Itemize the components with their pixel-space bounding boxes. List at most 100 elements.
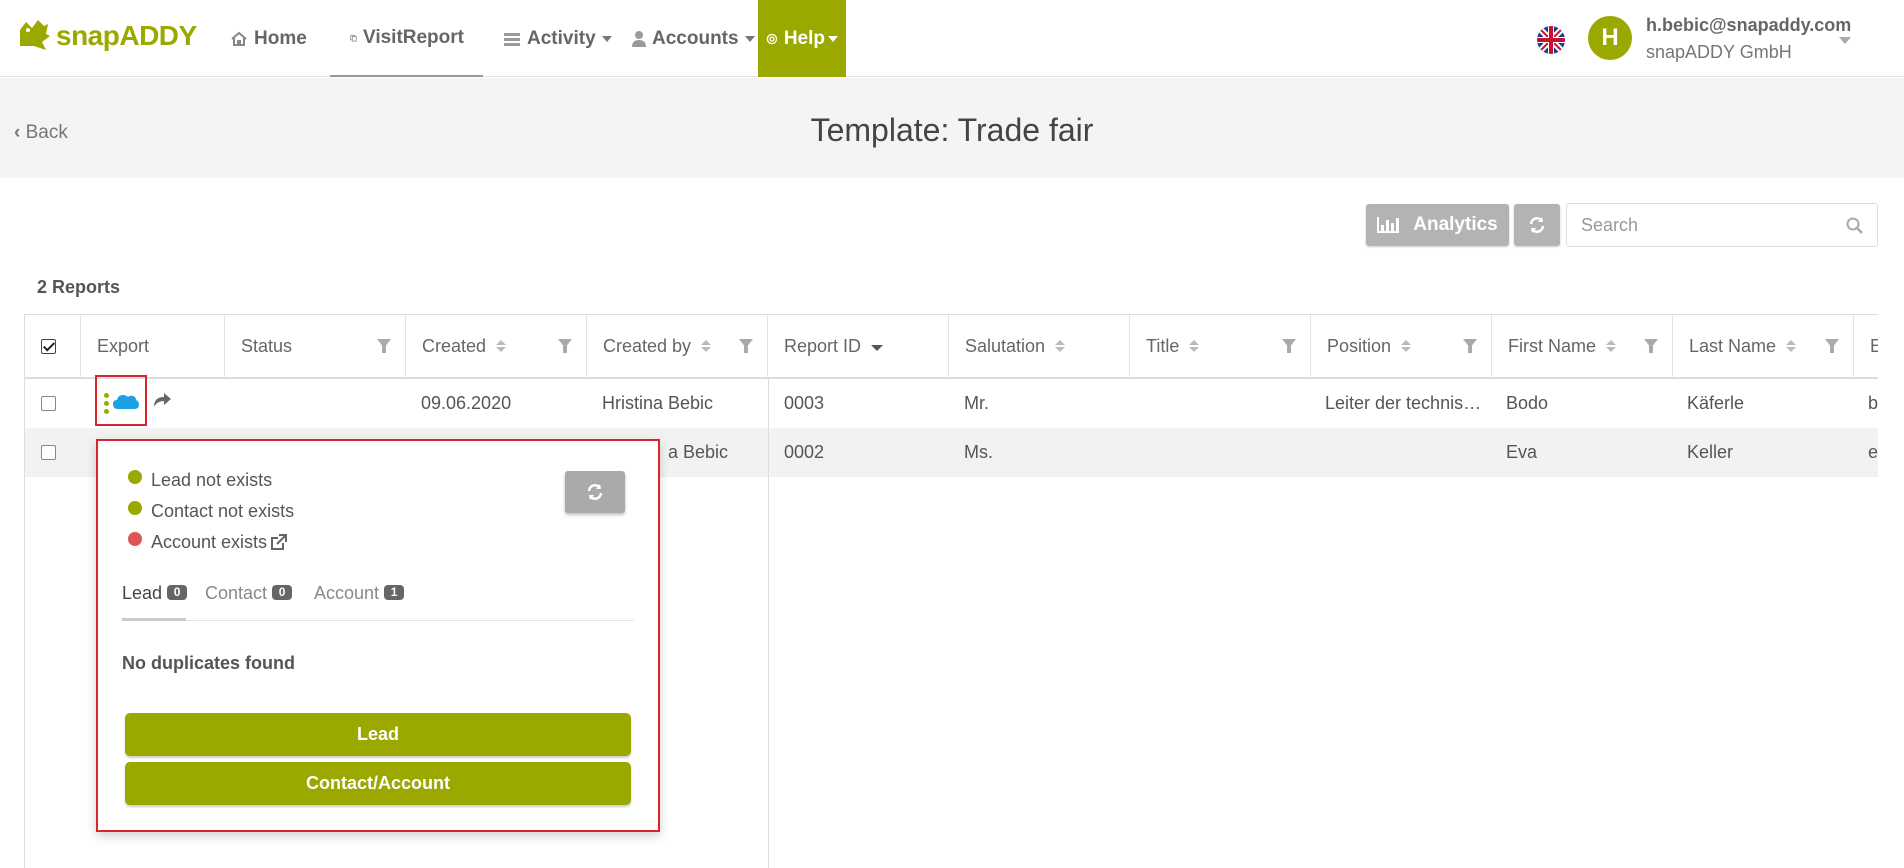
col-export: Export xyxy=(81,315,225,377)
tab-contact-label: Contact xyxy=(205,583,268,603)
search-icon[interactable] xyxy=(1846,217,1863,234)
croc-logo-icon xyxy=(20,20,50,50)
nav-accounts[interactable]: Accounts xyxy=(632,0,755,77)
filter-icon[interactable] xyxy=(558,339,572,353)
sort-desc-icon[interactable] xyxy=(871,345,884,351)
status-lead-label: Lead not exists xyxy=(151,470,273,490)
refresh-button[interactable] xyxy=(1514,204,1560,246)
cell-first-name: Eva xyxy=(1506,442,1538,462)
user-icon xyxy=(632,30,646,47)
user-menu-caret-icon[interactable] xyxy=(1839,37,1851,44)
cell-salutation: Ms. xyxy=(964,442,993,462)
nav-accounts-label: Accounts xyxy=(652,27,739,49)
tab-account-label: Account xyxy=(314,583,380,603)
filter-icon[interactable] xyxy=(1463,339,1477,353)
cell-created-by: a Bebic xyxy=(668,442,729,462)
top-navbar: snapADDY Home VisitReport Activity Accou… xyxy=(0,0,1904,77)
refresh-icon xyxy=(587,484,603,500)
nav-activity[interactable]: Activity xyxy=(503,0,612,77)
sort-icon[interactable] xyxy=(1401,340,1412,352)
col-status-label: Status xyxy=(241,335,293,356)
column-divider xyxy=(768,379,769,868)
search-box xyxy=(1566,203,1878,247)
tab-lead[interactable]: Lead 0 xyxy=(122,583,188,621)
status-dot-icon xyxy=(128,531,142,546)
tab-lead-count: 0 xyxy=(167,585,188,600)
col-report-id[interactable]: Report ID xyxy=(768,315,949,377)
bar-chart-icon xyxy=(1377,217,1400,233)
nav-visitreport-label: VisitReport xyxy=(362,26,464,48)
col-last-name[interactable]: Last Name xyxy=(1673,315,1854,377)
duplicate-check-popover: Lead not exists Contact not exists Accou… xyxy=(96,439,660,832)
col-title[interactable]: Title xyxy=(1130,315,1311,377)
create-contact-account-button[interactable]: Contact/Account xyxy=(125,762,631,805)
cell-created: 09.06.2020 xyxy=(421,393,512,413)
chevron-down-icon xyxy=(744,35,755,42)
sort-icon[interactable] xyxy=(1189,340,1200,352)
col-title-label: Title xyxy=(1146,335,1180,356)
col-created-by[interactable]: Created by xyxy=(587,315,768,377)
col-next[interactable]: E xyxy=(1854,315,1878,377)
nav-help-label: Help xyxy=(783,27,825,49)
status-account-label: Account exists xyxy=(151,532,268,552)
filter-icon[interactable] xyxy=(1825,339,1839,353)
col-salutation[interactable]: Salutation xyxy=(949,315,1130,377)
sort-icon[interactable] xyxy=(701,340,712,352)
col-export-label: Export xyxy=(97,335,150,356)
search-input[interactable] xyxy=(1567,204,1827,246)
cell-salutation: Mr. xyxy=(964,393,989,413)
cell-report-id: 0002 xyxy=(784,442,825,462)
filter-icon[interactable] xyxy=(1282,339,1296,353)
sort-icon[interactable] xyxy=(1786,340,1797,352)
status-contact: Contact not exists xyxy=(128,500,294,522)
filter-icon[interactable] xyxy=(1644,339,1658,353)
col-first-name[interactable]: First Name xyxy=(1492,315,1673,377)
filter-icon[interactable] xyxy=(739,339,753,353)
analytics-button[interactable]: Analytics xyxy=(1366,204,1509,246)
snapaddy-logo[interactable]: snapADDY xyxy=(16,14,197,58)
filter-icon[interactable] xyxy=(377,339,391,353)
status-lead: Lead not exists xyxy=(128,469,273,491)
home-icon xyxy=(231,31,247,46)
col-next-label: E xyxy=(1870,336,1878,357)
nav-home[interactable]: Home xyxy=(230,0,307,77)
cell-first-name: Bodo xyxy=(1506,393,1549,413)
sort-icon[interactable] xyxy=(1606,340,1617,352)
nav-visitreport[interactable]: VisitReport xyxy=(330,0,483,77)
tab-account-count: 1 xyxy=(384,585,405,600)
uk-flag-icon[interactable] xyxy=(1537,26,1565,54)
nav-activity-label: Activity xyxy=(527,27,596,49)
row-checkbox[interactable] xyxy=(41,445,56,460)
salesforce-cloud-icon[interactable] xyxy=(112,392,140,412)
select-all-checkbox[interactable] xyxy=(41,338,56,354)
list-icon xyxy=(504,32,520,46)
avatar[interactable]: H xyxy=(1588,16,1632,60)
external-link-icon[interactable] xyxy=(270,534,288,551)
user-email[interactable]: h.bebic@snapaddy.com xyxy=(1646,15,1851,36)
col-status[interactable]: Status xyxy=(225,315,406,377)
refresh-icon xyxy=(1529,217,1545,233)
select-all-cell xyxy=(25,315,81,377)
sort-icon[interactable] xyxy=(1055,340,1066,352)
nav-home-label: Home xyxy=(254,27,307,49)
sort-icon[interactable] xyxy=(496,340,507,352)
tab-account[interactable]: Account 1 xyxy=(314,583,405,621)
tab-contact[interactable]: Contact 0 xyxy=(205,583,293,621)
status-account[interactable]: Account exists xyxy=(128,531,288,553)
share-icon[interactable] xyxy=(152,391,172,409)
cell-position: Leiter der technis… xyxy=(1325,393,1482,413)
cell-next: e xyxy=(1868,442,1878,462)
col-position[interactable]: Position xyxy=(1311,315,1492,377)
analytics-label: Analytics xyxy=(1413,214,1498,235)
cell-report-id: 0003 xyxy=(784,393,825,413)
col-created[interactable]: Created xyxy=(406,315,587,377)
copy-icon xyxy=(350,34,357,41)
create-lead-button[interactable]: Lead xyxy=(125,713,631,756)
tab-contact-count: 0 xyxy=(272,585,293,600)
col-created-by-label: Created by xyxy=(603,335,692,356)
recheck-button[interactable] xyxy=(565,471,625,513)
chevron-down-icon xyxy=(601,35,612,42)
table-row[interactable]: 09.06.2020 Hristina Bebic 0003 Mr. Leite… xyxy=(25,379,1878,428)
nav-help[interactable]: Help xyxy=(758,0,846,77)
row-checkbox[interactable] xyxy=(41,396,56,411)
